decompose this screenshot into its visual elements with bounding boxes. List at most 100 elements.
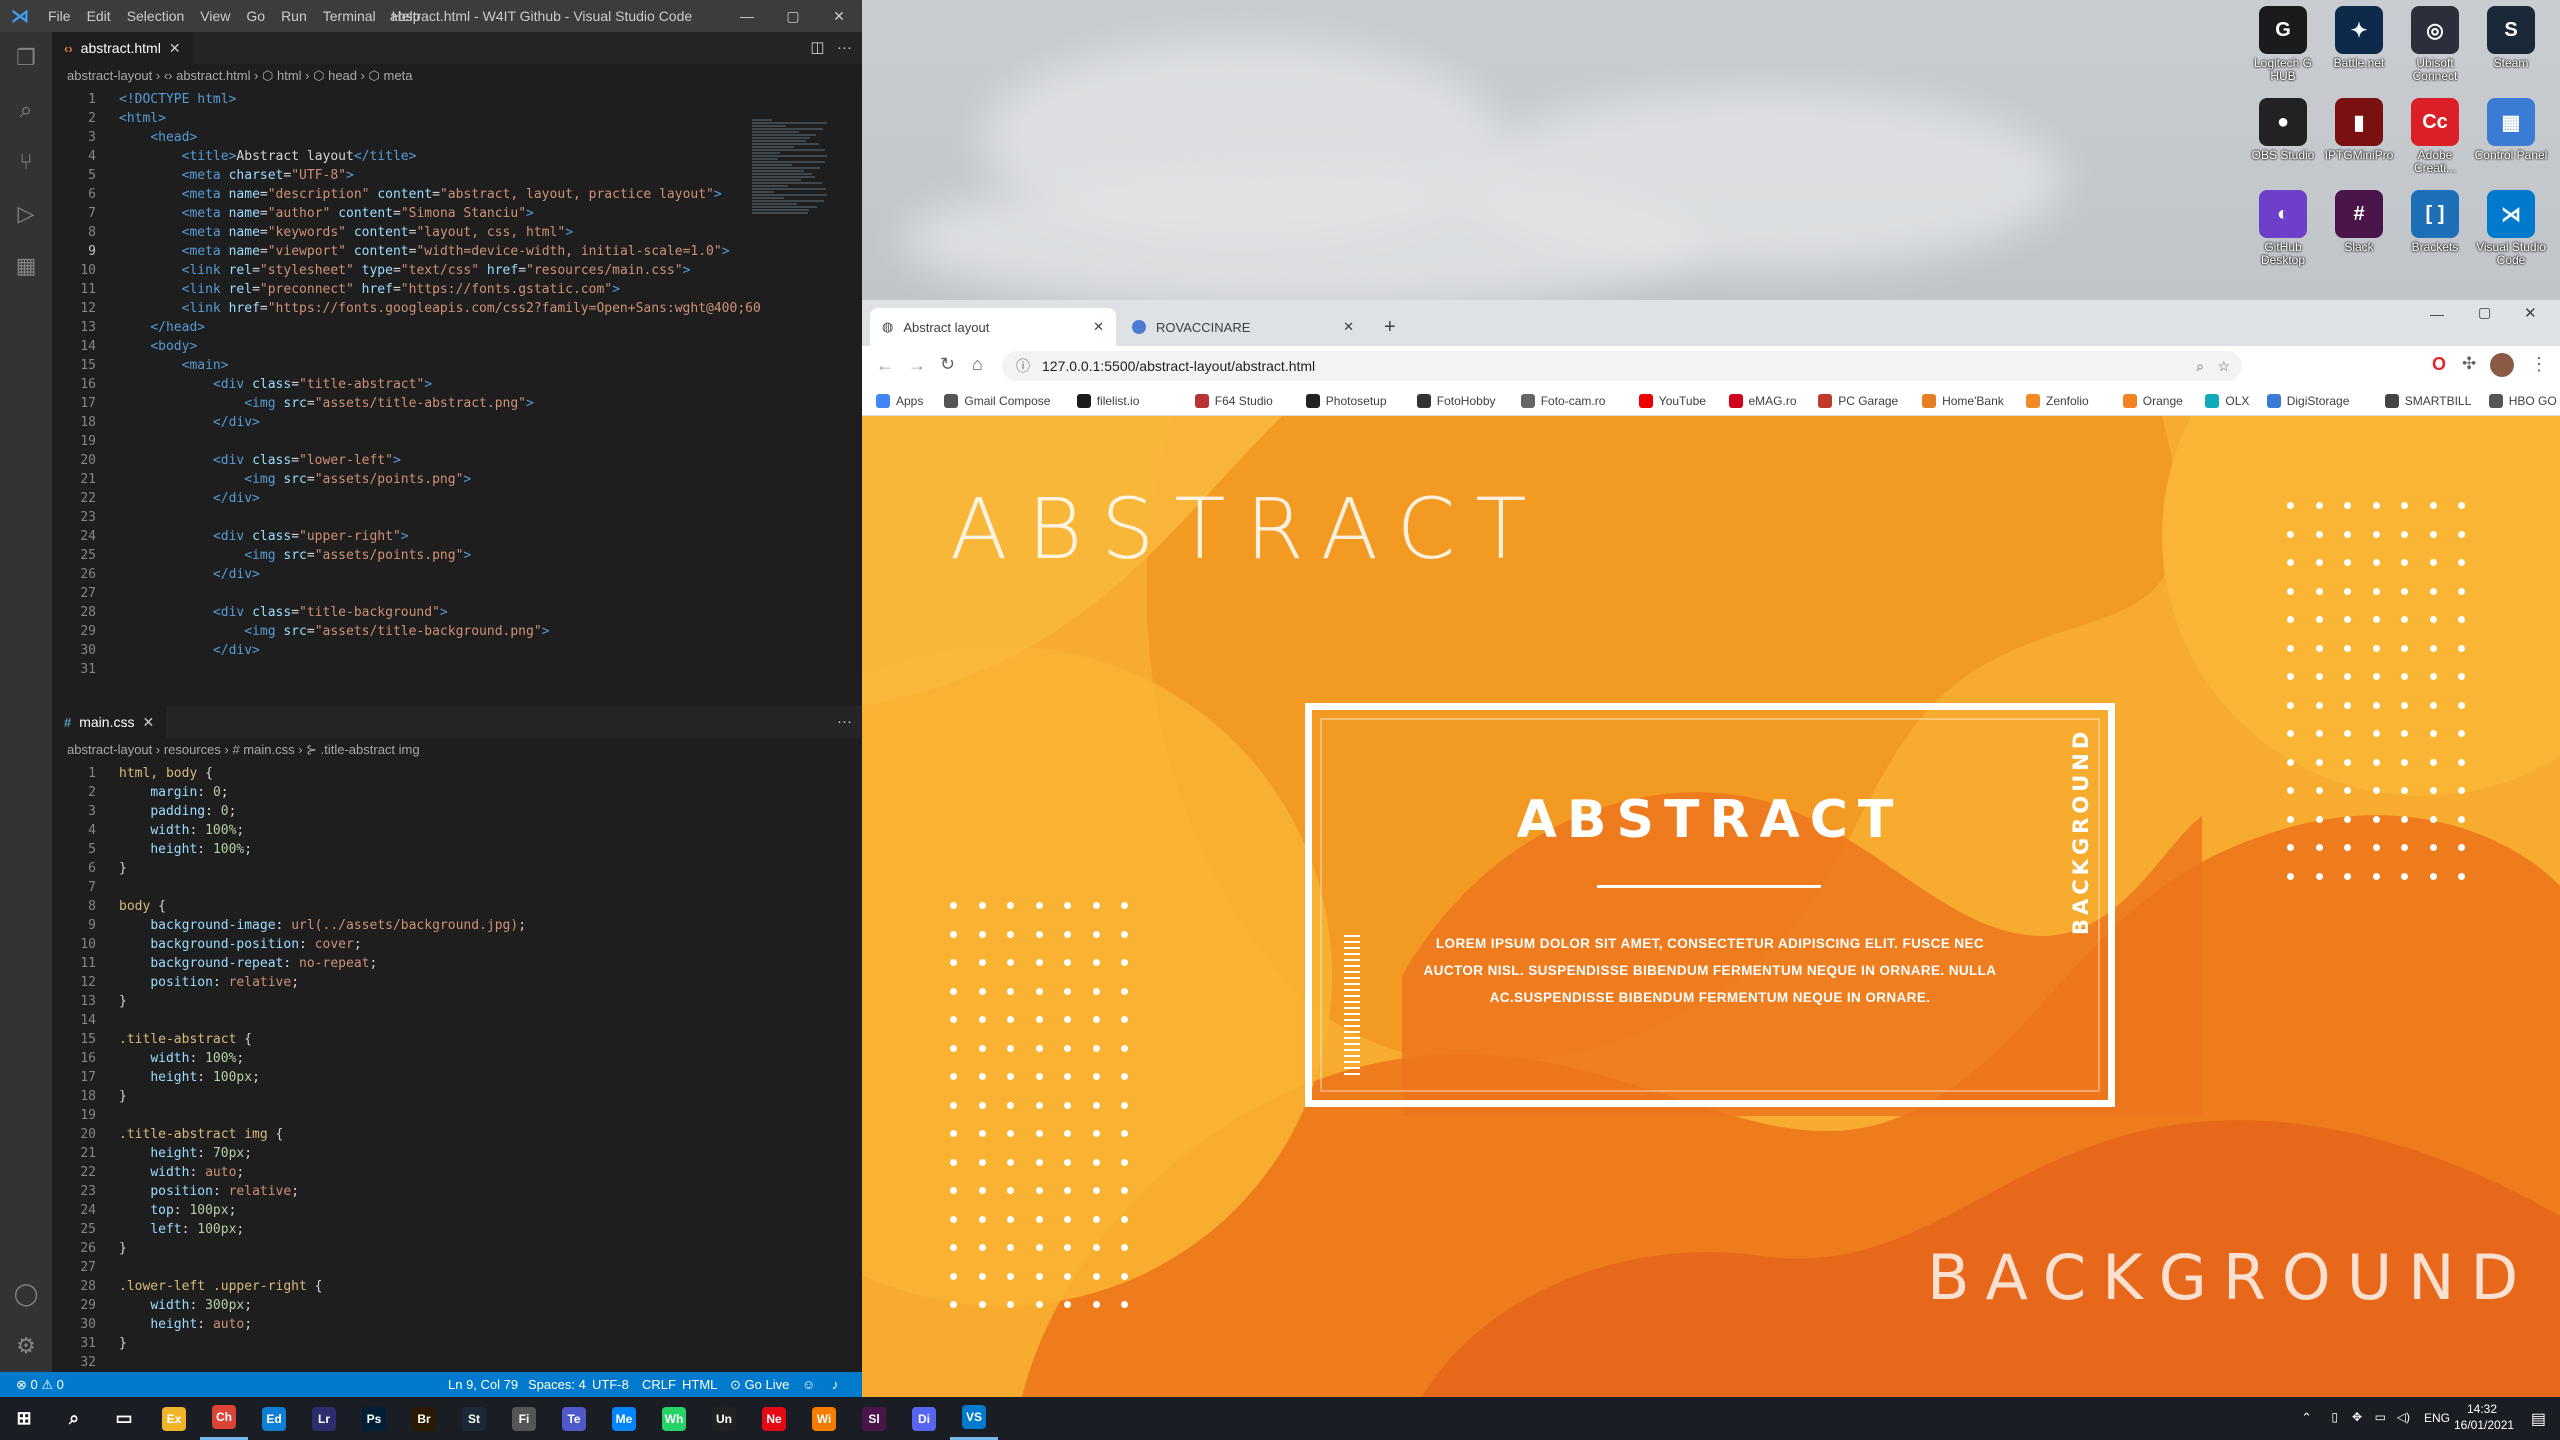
breadcrumb[interactable]: abstract-layout › ‹› abstract.html › ⬡ h…: [52, 64, 862, 88]
info-icon[interactable]: ⓘ: [1016, 351, 1030, 381]
bookmark-orange[interactable]: Orange: [2122, 386, 2183, 416]
taskbar-explorer-button[interactable]: Ex: [150, 1397, 198, 1440]
taskbar-steam-button[interactable]: St: [450, 1397, 498, 1440]
menu-run[interactable]: Run: [273, 8, 315, 24]
settings-gear-icon[interactable]: ⚙: [0, 1320, 52, 1372]
bookmark-photosetup[interactable]: Photosetup: [1305, 386, 1387, 416]
menu-go[interactable]: Go: [238, 8, 273, 24]
taskbar-messenger-button[interactable]: Me: [600, 1397, 648, 1440]
dropbox-icon[interactable]: ✥: [2352, 1410, 2362, 1424]
taskbar-winamp-button[interactable]: Wi: [800, 1397, 848, 1440]
taskbar-files-button[interactable]: Fi: [500, 1397, 548, 1440]
feedback-icon[interactable]: ☺: [802, 1372, 815, 1397]
desktop-icon-adobe-creati[interactable]: Cc Adobe Creati...: [2397, 98, 2473, 175]
desktop-icon-battle-net[interactable]: ✦ Battle.net: [2321, 6, 2397, 70]
file-encoding[interactable]: UTF-8: [592, 1372, 629, 1397]
clock[interactable]: 14:32 16/01/2021: [2454, 1401, 2514, 1433]
notifications-icon[interactable]: ▤: [2531, 1409, 2546, 1429]
bookmark-zenfolio[interactable]: Zenfolio: [2026, 386, 2089, 416]
taskbar-netflix-button[interactable]: Ne: [750, 1397, 798, 1440]
menu-file[interactable]: File: [40, 8, 79, 24]
taskbar-start-button[interactable]: ⊞: [0, 1397, 48, 1440]
close-icon[interactable]: ✕: [2524, 304, 2537, 322]
taskbar-edge-button[interactable]: Ed: [250, 1397, 298, 1440]
tab-close-icon[interactable]: ✕: [1343, 319, 1354, 335]
taskbar-chrome-button[interactable]: Ch: [200, 1397, 248, 1440]
network-icon[interactable]: ▭: [2375, 1410, 2386, 1424]
bookmark-hbo-go[interactable]: HBO GO: [2488, 386, 2557, 416]
close-icon[interactable]: ✕: [816, 0, 862, 32]
battery-icon[interactable]: ▯: [2331, 1410, 2338, 1424]
taskbar-teams-button[interactable]: Te: [550, 1397, 598, 1440]
chrome-menu-icon[interactable]: ⋮: [2530, 354, 2548, 375]
taskbar-slack-button[interactable]: Sl: [850, 1397, 898, 1440]
language-indicator[interactable]: ENG: [2424, 1411, 2450, 1425]
menu-terminal[interactable]: Terminal: [315, 8, 384, 24]
line-endings[interactable]: CRLF: [642, 1372, 676, 1397]
tab-abstract-layout[interactable]: ◍ Abstract layout ✕: [870, 308, 1116, 346]
tab-main-css[interactable]: # main.css ✕: [52, 706, 167, 738]
menu-edit[interactable]: Edit: [79, 8, 119, 24]
bookmark-star-icon[interactable]: ☆: [2217, 351, 2230, 381]
address-bar[interactable]: ⓘ 127.0.0.1:5500/abstract-layout/abstrac…: [1002, 351, 2242, 381]
more-actions-icon[interactable]: ···: [837, 706, 852, 738]
problems-indicator[interactable]: ⊗ 0 ⚠ 0: [16, 1372, 64, 1397]
desktop-icon-ubisoft-connect[interactable]: ◎ Ubisoft Connect: [2397, 6, 2473, 83]
bookmark-smartbill[interactable]: SMARTBILL: [2384, 386, 2471, 416]
desktop-icon-brackets[interactable]: [ ] Brackets: [2397, 190, 2473, 254]
minimize-icon[interactable]: —: [724, 0, 770, 32]
cursor-position[interactable]: Ln 9, Col 79: [448, 1372, 518, 1397]
indent-spaces[interactable]: Spaces: 4: [528, 1372, 586, 1397]
split-editor-icon[interactable]: ◫ ···: [810, 32, 852, 64]
tab-close-icon[interactable]: ✕: [169, 40, 181, 57]
desktop-icon-slack[interactable]: # Slack: [2321, 190, 2397, 254]
search-icon[interactable]: ⌕: [0, 84, 52, 136]
new-tab-button[interactable]: +: [1372, 308, 1408, 346]
desktop-icon-steam[interactable]: S Steam: [2473, 6, 2549, 70]
minimap-top[interactable]: [752, 118, 832, 238]
tray-overflow-icon[interactable]: ⌃: [2301, 1410, 2312, 1426]
taskbar-vs-code-button[interactable]: VS: [950, 1397, 998, 1440]
maximize-icon[interactable]: ▢: [770, 0, 816, 32]
menu-selection[interactable]: Selection: [119, 8, 193, 24]
bookmark-fotohobby[interactable]: FotoHobby: [1416, 386, 1496, 416]
tab-abstract-html[interactable]: ‹› abstract.html ✕: [52, 32, 193, 64]
account-icon[interactable]: ◯: [0, 1268, 52, 1320]
taskbar-unity-button[interactable]: Un: [700, 1397, 748, 1440]
taskbar-br-button[interactable]: Br: [400, 1397, 448, 1440]
desktop-icon-obs-studio[interactable]: ● OBS Studio: [2245, 98, 2321, 162]
explorer-icon[interactable]: ❐: [0, 32, 52, 84]
back-arrow-icon[interactable]: ←: [876, 355, 894, 376]
taskbar-task-view-button[interactable]: ▭: [100, 1397, 148, 1440]
taskbar-whatsapp-button[interactable]: Wh: [650, 1397, 698, 1440]
bookmark-foto-cam-ro[interactable]: Foto-cam.ro: [1520, 386, 1605, 416]
tab-close-icon[interactable]: ✕: [1093, 319, 1104, 335]
bookmark-digistorage[interactable]: DigiStorage: [2266, 386, 2349, 416]
taskbar-search-button[interactable]: ⌕: [50, 1397, 98, 1440]
go-live-button[interactable]: ⊙ Go Live: [730, 1372, 789, 1397]
taskbar-lrc-button[interactable]: Lr: [300, 1397, 348, 1440]
language-mode[interactable]: HTML: [682, 1372, 717, 1397]
tab-rovaccinare[interactable]: ROVACCINARE ✕: [1120, 308, 1366, 346]
minimize-icon[interactable]: —: [2430, 306, 2444, 322]
bookmark-filelist-io[interactable]: filelist.io: [1076, 386, 1139, 416]
run-debug-icon[interactable]: ▷: [0, 188, 52, 240]
maximize-icon[interactable]: ▢: [2478, 304, 2491, 321]
desktop-icon-control-panel[interactable]: ▦ Control Panel: [2473, 98, 2549, 162]
extensions-icon[interactable]: ▦: [0, 240, 52, 292]
code-area-html[interactable]: 1 <!DOCTYPE html> 2 <html> 3 <head> 4 <tit…: [52, 88, 862, 682]
breadcrumb[interactable]: abstract-layout › resources › # main.css…: [52, 738, 862, 762]
profile-avatar[interactable]: [2490, 353, 2514, 377]
taskbar-ps-button[interactable]: Ps: [350, 1397, 398, 1440]
source-control-icon[interactable]: ⑂: [0, 136, 52, 188]
home-icon[interactable]: ⌂: [972, 354, 983, 375]
forward-arrow-icon[interactable]: →: [908, 355, 926, 376]
extensions-puzzle-icon[interactable]: ✣: [2462, 354, 2476, 374]
bookmark-apps[interactable]: Apps: [876, 386, 923, 416]
opera-extension-icon[interactable]: O: [2432, 354, 2446, 375]
bookmark-pc-garage[interactable]: PC Garage: [1818, 386, 1898, 416]
code-area-css[interactable]: 1 html, body { 2 margin: 0; 3 padding: 0;…: [52, 762, 862, 1370]
bookmark-olx[interactable]: OLX: [2205, 386, 2249, 416]
reload-icon[interactable]: ↻: [940, 354, 955, 375]
tab-close-icon[interactable]: ✕: [142, 714, 154, 731]
